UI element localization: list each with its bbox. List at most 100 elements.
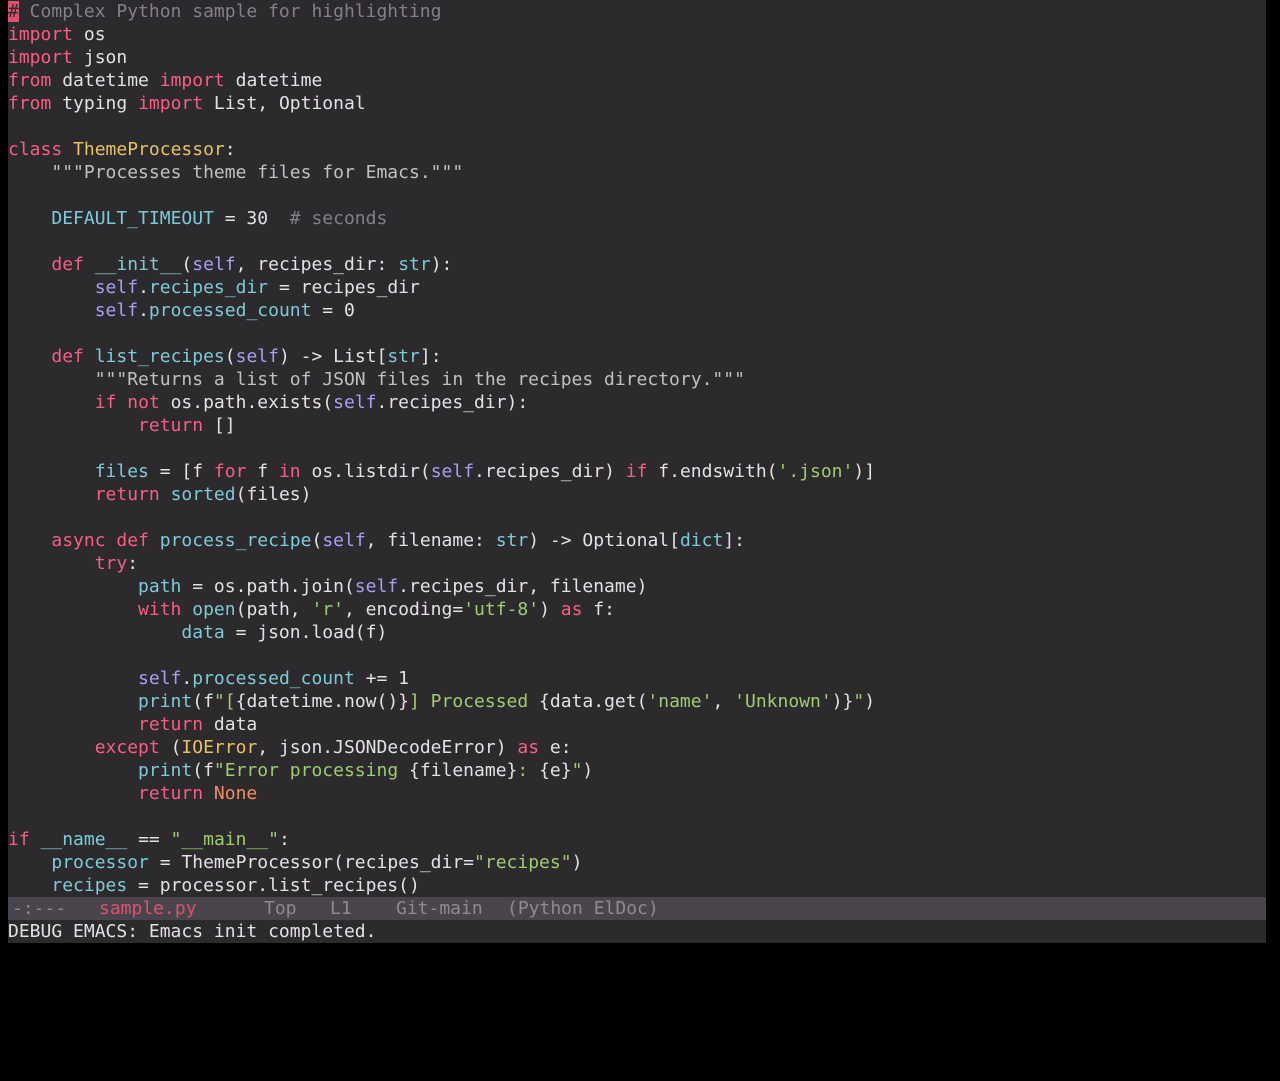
code-line[interactable]: if not os.path.exists(self.recipes_dir):	[8, 391, 529, 414]
keyword: in	[278, 461, 301, 482]
code-text: .recipes_dir):	[376, 392, 529, 413]
code-text: (files)	[235, 484, 312, 505]
code-text: = recipes_dir	[268, 277, 420, 298]
code-line[interactable]: def __init__(self, recipes_dir: str):	[8, 253, 452, 276]
code-line[interactable]: """Processes theme files for Emacs."""	[8, 161, 463, 184]
code-line[interactable]: import os	[8, 23, 106, 46]
code-line[interactable]: """Returns a list of JSON files in the r…	[8, 368, 745, 391]
code-line[interactable]: from typing import List, Optional	[8, 92, 366, 115]
variable-name: recipes	[51, 875, 128, 896]
code-text: = [f	[148, 461, 214, 482]
code-line[interactable]: with open(path, 'r', encoding='utf-8') a…	[8, 598, 615, 621]
keyword: from	[8, 70, 52, 91]
string-literal: "recipes"	[474, 852, 572, 873]
mode-line: -:--- sample.py Top L1 Git-main (Python …	[8, 897, 1266, 920]
code-line[interactable]: files = [f for f in os.listdir(self.reci…	[8, 460, 875, 483]
keyword: not	[127, 392, 160, 413]
code-text: )	[539, 599, 561, 620]
function-name: list_recipes	[94, 346, 225, 367]
code-text: ]:	[723, 530, 745, 551]
mode-line-vc-branch[interactable]: Git-main	[396, 897, 483, 920]
keyword: import	[159, 70, 225, 91]
code-line[interactable]: path = os.path.join(self.recipes_dir, fi…	[8, 575, 647, 598]
function-name: __init__	[94, 254, 182, 275]
keyword: def	[116, 530, 149, 551]
code-line[interactable]: class ThemeProcessor:	[8, 138, 236, 161]
code-text: {data.get(	[539, 691, 648, 712]
builtin-name: open	[192, 599, 236, 620]
code-line[interactable]: except (IOError, json.JSONDecodeError) a…	[8, 736, 572, 759]
code-line[interactable]: recipes = processor.list_recipes()	[8, 874, 419, 897]
code-line[interactable]: try:	[8, 552, 138, 575]
code-line[interactable]: self.processed_count += 1	[8, 667, 409, 690]
code-line[interactable]: return None	[8, 782, 257, 805]
code-line[interactable]: if __name__ == "__main__":	[8, 828, 290, 851]
code-line[interactable]: import json	[8, 46, 127, 69]
code-text: )]	[853, 461, 876, 482]
self-keyword: self	[192, 254, 236, 275]
code-editor[interactable]: # Complex Python sample for highlighting…	[8, 0, 1266, 897]
variable-name: path	[138, 576, 182, 597]
mode-line-position: Top	[264, 898, 297, 919]
keyword: from	[8, 93, 52, 114]
builtin-name: dict	[679, 530, 724, 551]
cursor: #	[8, 1, 19, 22]
code-text: .recipes_dir)	[474, 461, 626, 482]
mode-line-line-number: L1	[330, 898, 352, 919]
code-line[interactable]: return sorted(files)	[8, 483, 312, 506]
keyword: as	[517, 737, 540, 758]
code-text: (path,	[235, 599, 312, 620]
code-line[interactable]: DEFAULT_TIMEOUT = 30 # seconds	[8, 207, 387, 230]
code-text: os.path.exists(	[159, 392, 334, 413]
code-line[interactable]: async def process_recipe(self, filename:…	[8, 529, 745, 552]
docstring: """Processes theme files for Emacs."""	[51, 162, 464, 183]
code-text: ]:	[419, 346, 442, 367]
keyword: def	[51, 254, 84, 275]
code-text: , filename:	[365, 530, 496, 551]
mode-line-buffer-name[interactable]: sample.py	[99, 897, 197, 920]
string-literal: "[	[213, 691, 236, 712]
code-line[interactable]: self.recipes_dir = recipes_dir	[8, 276, 420, 299]
code-line[interactable]: processor = ThemeProcessor(recipes_dir="…	[8, 851, 582, 874]
string-literal: 'name'	[647, 691, 713, 712]
code-text: )	[864, 691, 876, 712]
code-text: = ThemeProcessor(recipes_dir=	[148, 852, 475, 873]
variable-name: processor	[51, 852, 149, 873]
variable-name: DEFAULT_TIMEOUT	[51, 208, 214, 229]
mode-line-status: -:---	[12, 898, 67, 919]
self-keyword: self	[94, 300, 139, 321]
code-text: )	[571, 852, 583, 873]
code-line[interactable]: return data	[8, 713, 257, 736]
code-text: :	[127, 553, 139, 574]
code-line[interactable]: self.processed_count = 0	[8, 299, 355, 322]
code-line[interactable]: print(f"[{datetime.now()}] Processed {da…	[8, 690, 875, 713]
function-name: process_recipe	[159, 530, 312, 551]
code-line[interactable]: from datetime import datetime	[8, 69, 322, 92]
code-line[interactable]: return []	[8, 414, 236, 437]
code-line[interactable]: data = json.load(f)	[8, 621, 387, 644]
variable-name: recipes_dir	[148, 277, 269, 298]
keyword: import	[8, 24, 74, 45]
code-line[interactable]: def list_recipes(self) -> List[str]:	[8, 345, 442, 368]
string-literal: '.json'	[777, 461, 854, 482]
code-line[interactable]: print(f"Error processing {filename}: {e}…	[8, 759, 593, 782]
code-text: , recipes_dir:	[235, 254, 399, 275]
code-line[interactable]: # Complex Python sample for highlighting	[8, 0, 441, 23]
code-text: , encoding=	[343, 599, 464, 620]
mode-line-major-modes[interactable]: (Python ElDoc)	[507, 897, 659, 920]
self-keyword: self	[430, 461, 475, 482]
